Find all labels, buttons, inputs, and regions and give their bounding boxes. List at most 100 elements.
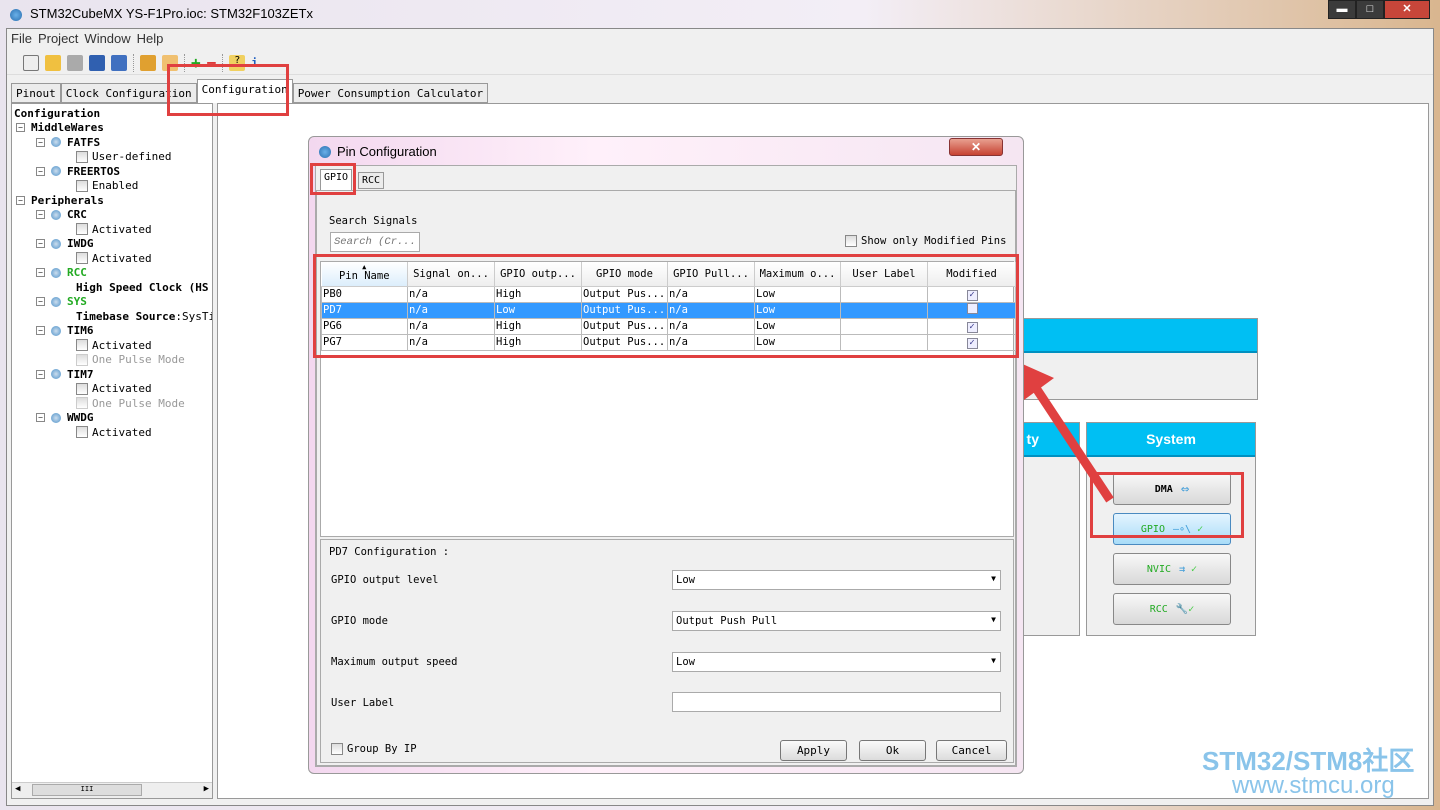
tree-freertos[interactable]: FREERTOS xyxy=(67,165,120,178)
rcc-button[interactable]: RCC 🔧✓ xyxy=(1113,593,1231,625)
collapse-icon[interactable]: − xyxy=(16,195,25,205)
output-level-select[interactable]: Low xyxy=(672,570,1001,590)
collapse-icon[interactable]: − xyxy=(36,369,45,379)
menu-file[interactable]: File xyxy=(11,31,32,49)
search-label: Search Signals xyxy=(329,215,418,227)
option-value: :SysTi xyxy=(175,309,213,323)
user-label-input[interactable] xyxy=(672,692,1001,712)
user-label-label: User Label xyxy=(331,697,395,709)
collapse-icon[interactable]: − xyxy=(36,297,45,307)
tree-wwdg[interactable]: WWDG xyxy=(67,411,94,424)
tree-tim7[interactable]: TIM7 xyxy=(67,368,94,381)
minimize-button[interactable]: ▬ xyxy=(1328,0,1356,19)
checkbox[interactable] xyxy=(76,252,88,265)
checkbox[interactable] xyxy=(76,426,88,439)
checkbox-disabled xyxy=(76,353,88,366)
checkbox[interactable] xyxy=(76,179,88,192)
tree-sys[interactable]: SYS xyxy=(67,295,87,308)
open-folder-icon[interactable] xyxy=(45,54,61,71)
close-button[interactable]: ✕ xyxy=(1384,0,1430,19)
save-as-icon[interactable] xyxy=(111,54,127,71)
collapse-icon[interactable]: − xyxy=(36,137,45,147)
save-icon[interactable] xyxy=(89,54,105,71)
checkbox[interactable] xyxy=(76,382,88,395)
checkbox[interactable] xyxy=(76,223,88,236)
tree-peripherals[interactable]: Peripherals xyxy=(31,194,104,207)
menu-project[interactable]: Project xyxy=(38,31,78,49)
checkbox[interactable] xyxy=(331,743,343,755)
collapse-icon[interactable]: − xyxy=(36,413,45,423)
toolbar-separator xyxy=(133,53,134,72)
max-speed-select[interactable]: Low xyxy=(672,652,1001,672)
tab-power-consumption[interactable]: Power Consumption Calculator xyxy=(292,83,489,103)
maximize-button[interactable]: □ xyxy=(1356,0,1384,19)
tree-middlewares[interactable]: MiddleWares xyxy=(31,121,104,134)
menu-window[interactable]: Window xyxy=(84,31,130,49)
collapse-icon[interactable]: − xyxy=(36,268,45,278)
output-level-label: GPIO output level xyxy=(331,574,439,586)
group-by-ip-checkbox[interactable]: Group By IP xyxy=(331,743,417,755)
tree-rcc[interactable]: RCC xyxy=(67,266,87,279)
arrow-line xyxy=(1028,379,1114,503)
option-label: Activated xyxy=(92,425,152,439)
search-input[interactable] xyxy=(330,232,420,252)
cancel-button[interactable]: Cancel xyxy=(936,740,1007,761)
horizontal-scrollbar[interactable]: ◀ III ▶ xyxy=(12,782,212,798)
checkbox-disabled xyxy=(76,397,88,410)
gpio-mode-label: GPIO mode xyxy=(331,615,388,627)
app-icon xyxy=(10,9,22,21)
close-project-icon[interactable] xyxy=(67,54,83,71)
checkbox[interactable] xyxy=(845,235,857,247)
checkbox[interactable] xyxy=(76,339,88,352)
gear-icon xyxy=(51,209,61,220)
collapse-icon[interactable]: − xyxy=(36,166,45,176)
collapse-icon[interactable]: − xyxy=(36,210,45,220)
apply-button[interactable]: Apply xyxy=(780,740,847,761)
show-modified-checkbox[interactable]: Show only Modified Pins xyxy=(845,235,1006,247)
scroll-right-icon[interactable]: ▶ xyxy=(204,784,209,794)
gear-icon xyxy=(51,267,61,278)
option-label: One Pulse Mode xyxy=(92,396,185,410)
gear-icon xyxy=(51,325,61,336)
option-label: Activated xyxy=(92,382,152,396)
highlight-configuration-tab xyxy=(167,64,289,116)
tab-rcc[interactable]: RCC xyxy=(358,172,385,189)
config-title: PD7 Configuration : xyxy=(329,546,450,558)
max-speed-label: Maximum output speed xyxy=(331,656,458,668)
option-label: Activated xyxy=(92,251,152,265)
scroll-thumb[interactable]: III xyxy=(32,784,142,796)
generate-report-icon[interactable] xyxy=(140,54,156,71)
tree-crc[interactable]: CRC xyxy=(67,208,87,221)
gpio-mode-select[interactable]: Output Push Pull xyxy=(672,611,1001,631)
gear-icon xyxy=(51,166,61,177)
gear-icon xyxy=(51,412,61,423)
dialog-icon xyxy=(319,146,331,158)
category-header xyxy=(1009,319,1257,353)
highlight-pin-table xyxy=(313,254,1019,358)
collapse-icon[interactable]: − xyxy=(36,326,45,336)
option-label: Enabled xyxy=(92,179,139,193)
collapse-icon[interactable]: − xyxy=(36,239,45,249)
menu-bar: File Project Window Help xyxy=(7,31,163,49)
option-label: Activated xyxy=(92,338,152,352)
tree-fatfs[interactable]: FATFS xyxy=(67,136,100,149)
ok-button[interactable]: Ok xyxy=(859,740,926,761)
pin-config-panel: PD7 Configuration : GPIO output level Lo… xyxy=(320,539,1014,763)
tree-iwdg[interactable]: IWDG xyxy=(67,237,94,250)
collapse-icon[interactable]: − xyxy=(16,123,25,133)
menu-help[interactable]: Help xyxy=(137,31,164,49)
tab-pinout[interactable]: Pinout xyxy=(11,83,61,103)
option-label[interactable]: High Speed Clock (HS xyxy=(76,281,208,294)
nvic-icon: ⇉ ✓ xyxy=(1179,563,1198,575)
new-project-icon[interactable] xyxy=(23,54,39,71)
option-label[interactable]: Timebase Source xyxy=(76,310,175,323)
title-bar: STM32CubeMX YS-F1Pro.ioc: STM32F103ZETx … xyxy=(0,0,1440,30)
gear-icon xyxy=(51,296,61,307)
option-label: One Pulse Mode xyxy=(92,353,185,367)
dialog-close-button[interactable]: ✕ xyxy=(949,138,1003,156)
scroll-left-icon[interactable]: ◀ xyxy=(15,784,20,794)
checkbox[interactable] xyxy=(76,150,88,163)
tree-tim6[interactable]: TIM6 xyxy=(67,324,94,337)
nvic-button[interactable]: NVIC ⇉ ✓ xyxy=(1113,553,1231,585)
gear-icon xyxy=(51,238,61,249)
